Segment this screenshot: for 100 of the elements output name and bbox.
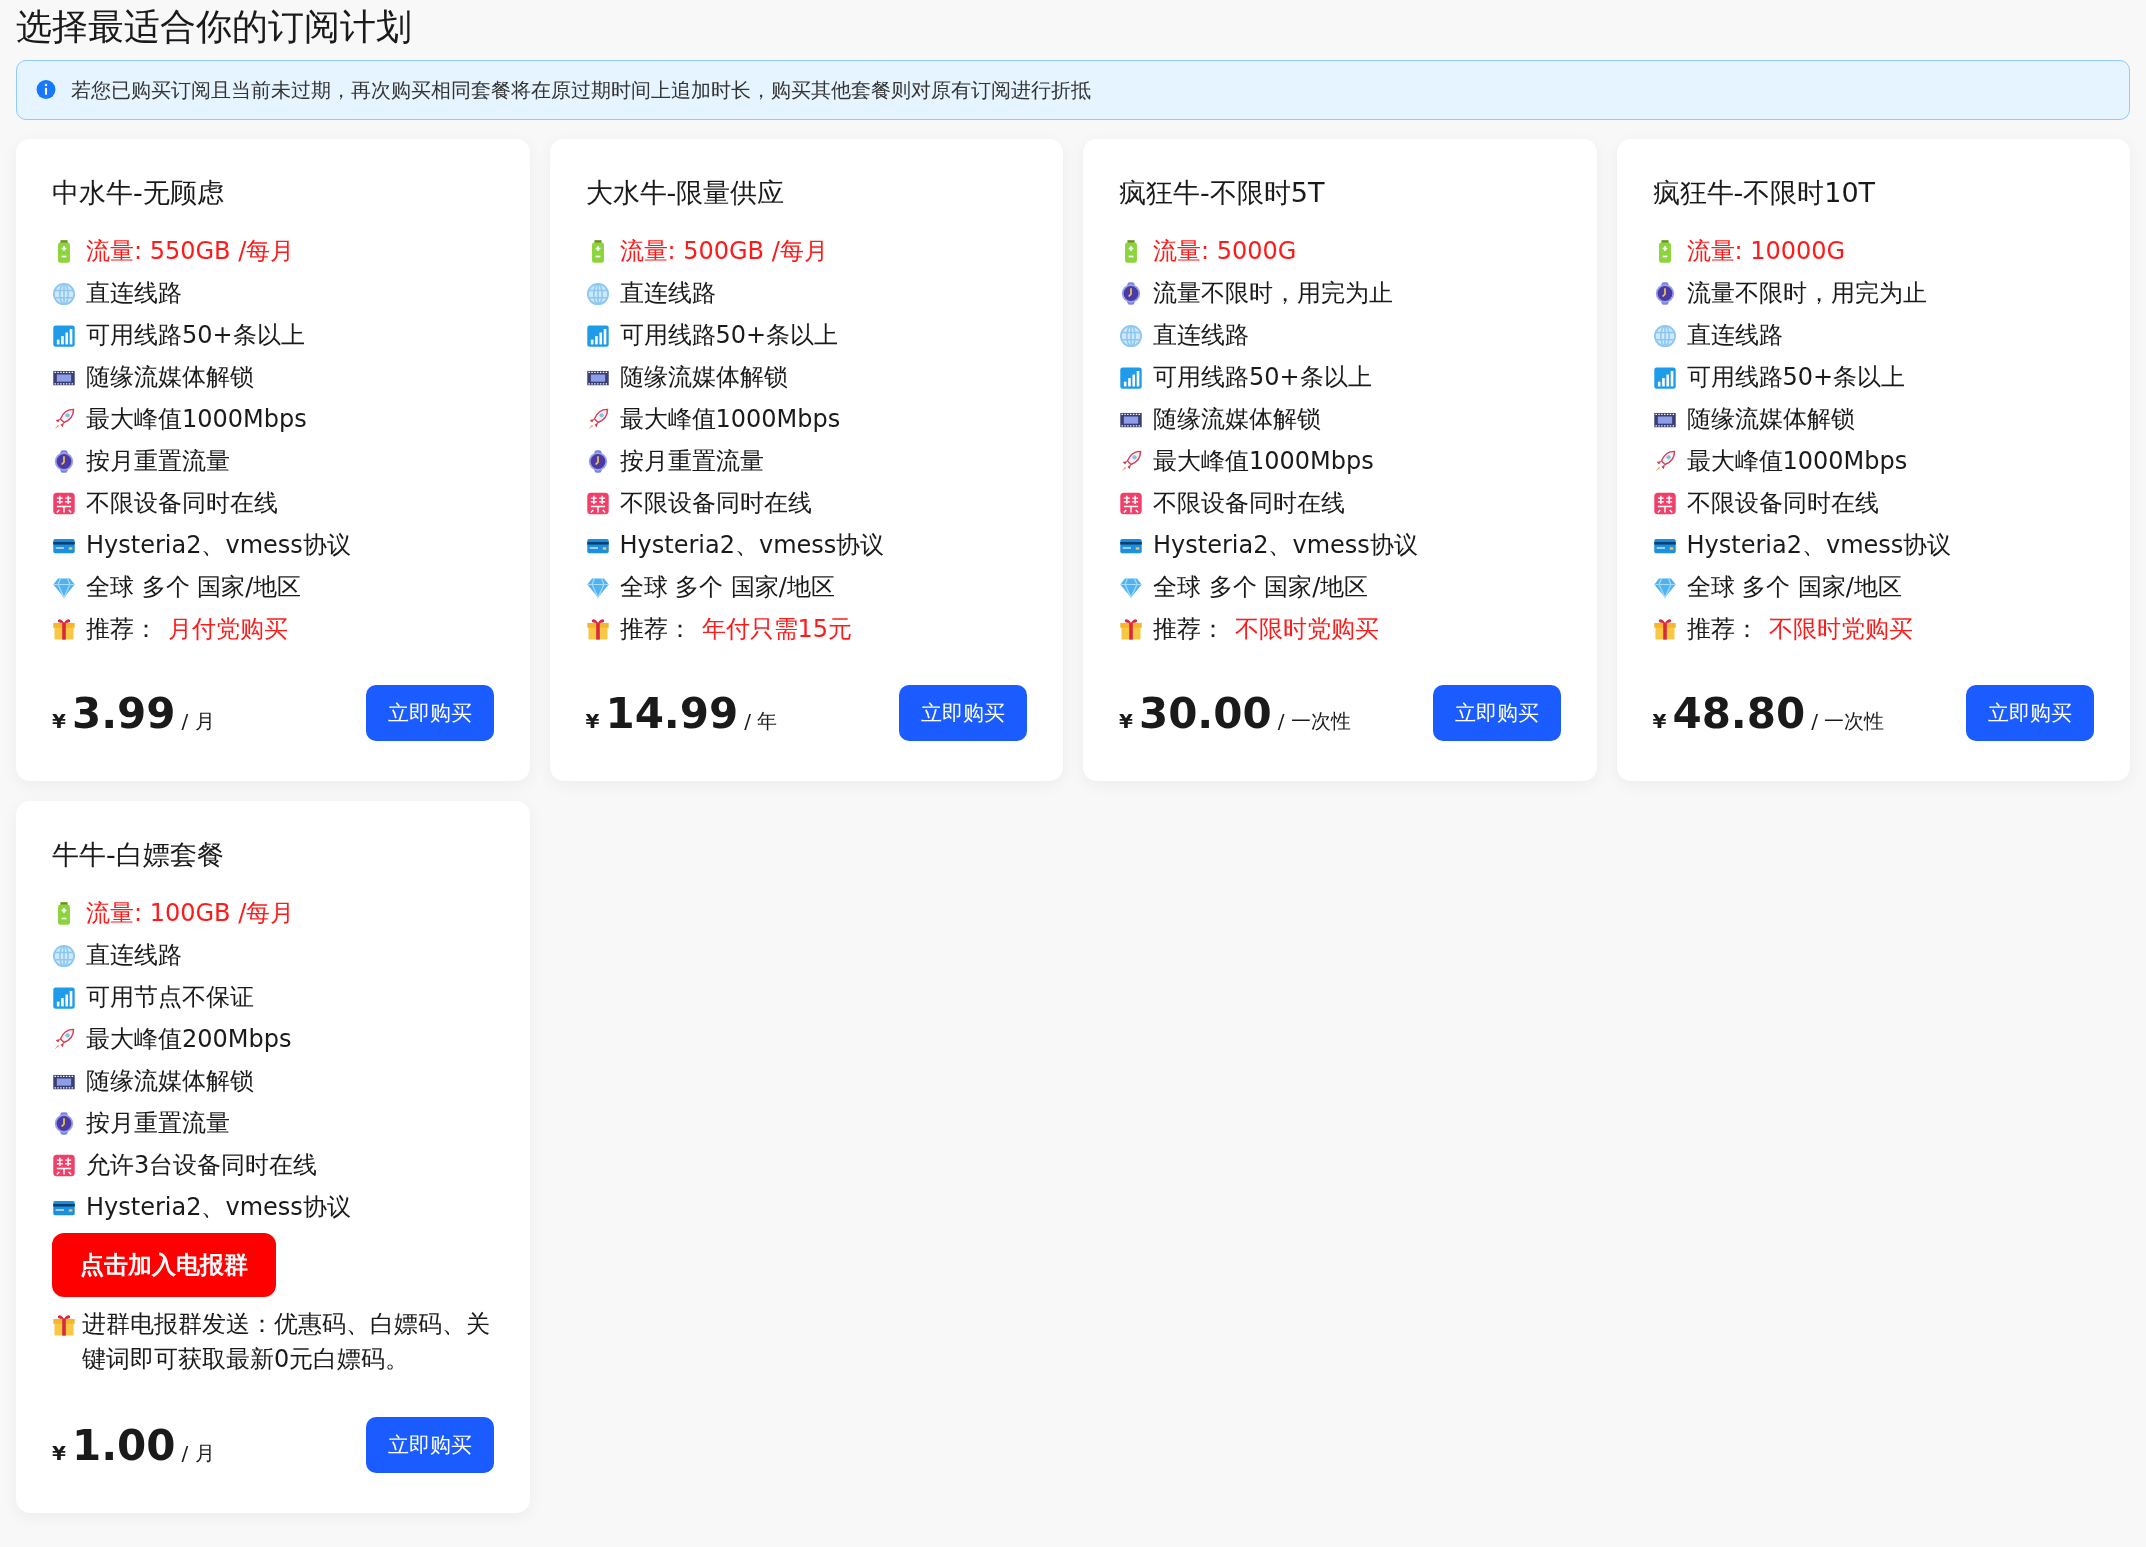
feature-text: 可用线路50+条以上 [1686,362,1906,393]
feature-text: 可用线路50+条以上 [1153,362,1372,393]
feature-text: 流量: 500GB /每月 [619,236,828,267]
buy-now-button[interactable]: 立即购买 [1966,685,2094,741]
feature-text: Hysteria2、vmess协议 [1153,530,1418,561]
feature-text: 随缘流媒体解锁 [86,362,254,393]
feature-text: 随缘流媒体解锁 [1153,404,1321,435]
currency-symbol: ¥ [52,708,66,733]
prohibited-sign-icon [52,490,76,516]
plan-name: 中水牛-无顾虑 [52,176,224,210]
gift-icon [1119,616,1143,642]
feature-text: 流量: 5000G [1153,236,1297,267]
currency-symbol: ¥ [1119,708,1133,733]
price-amount: 30.00 [1138,688,1272,738]
rocket-icon [1119,448,1143,474]
signal-bars-icon [1652,364,1677,390]
feature-text: 流量不限时，用完为止 [1686,278,1927,309]
feature-text: 不限设备同时在线 [86,488,278,519]
signal-bars-icon [585,322,610,348]
buy-now-button[interactable]: 立即购买 [899,685,1027,741]
feature-text: 可用线路50+条以上 [619,320,839,351]
gift-icon [1652,616,1677,642]
globe-icon [1652,322,1677,348]
feature-text: 不限设备同时在线 [619,488,812,519]
feature-text: 流量: 100GB /每月 [86,898,295,929]
feature-text: Hysteria2、vmess协议 [86,530,351,561]
billing-period: / 月 [181,707,215,735]
price-amount: 14.99 [605,688,739,738]
globe-icon [52,280,76,306]
plan-name: 牛牛-白嫖套餐 [52,838,224,872]
feature-text: Hysteria2、vmess协议 [86,1192,351,1223]
billing-period: / 月 [181,1439,215,1467]
currency-symbol: ¥ [585,708,600,733]
feature-text: 全球 多个 国家/地区 [1686,572,1902,603]
watch-icon [52,448,76,474]
plan-name: 疯狂牛-不限时10T [1652,176,1876,210]
page-title: 选择最适合你的订阅计划 [16,5,412,49]
rocket-icon [52,1026,76,1052]
feature-text: 流量: 10000G [1686,236,1846,267]
watch-icon [52,1110,76,1136]
feature-text: 按月重置流量 [619,446,764,477]
feature-text: 可用线路50+条以上 [86,320,305,351]
feature-text: 随缘流媒体解锁 [619,362,788,393]
feature-text: 最大峰值1000Mbps [1686,446,1908,477]
feature-text: 允许3台设备同时在线 [86,1150,318,1181]
billing-period: / 一次性 [1277,707,1351,735]
feature-text: 最大峰值200Mbps [86,1024,292,1055]
watch-icon [1119,280,1143,306]
globe-icon [585,280,610,306]
join-group-button[interactable]: 点击加入电报群 [52,1233,276,1297]
feature-text: 直连线路 [1153,320,1249,351]
feature-text: 不限设备同时在线 [1153,488,1345,519]
info-icon [35,79,57,101]
prohibited-sign-icon [585,490,610,516]
feature-text: 推荐： [1686,614,1759,645]
currency-symbol: ¥ [52,1440,66,1465]
feature-text: 全球 多个 国家/地区 [1153,572,1369,603]
feature-text: 最大峰值1000Mbps [619,404,841,435]
buy-now-button[interactable]: 立即购买 [1432,685,1561,741]
feature-text: 随缘流媒体解锁 [1686,404,1855,435]
recommendation-text: 不限时党购买 [1768,614,1913,645]
rocket-icon [52,406,76,432]
feature-text: Hysteria2、vmess协议 [619,530,885,561]
feature-text: 全球 多个 国家/地区 [86,572,302,603]
gift-icon [52,616,76,642]
buy-now-button[interactable]: 立即购买 [365,1417,494,1473]
feature-text: 最大峰值1000Mbps [86,404,307,435]
signal-bars-icon [1119,364,1143,390]
price-amount: 3.99 [71,688,176,738]
globe-icon [1119,322,1143,348]
feature-text: 直连线路 [86,278,182,309]
feature-text: 可用节点不保证 [86,982,254,1013]
prohibited-sign-icon [1119,490,1143,516]
feature-text: 流量不限时，用完为止 [1153,278,1393,309]
plan-name: 大水牛-限量供应 [585,176,785,210]
prohibited-sign-icon [1652,490,1677,516]
prohibited-sign-icon [52,1152,76,1178]
billing-period: / 年 [744,707,778,735]
feature-text: 直连线路 [1686,320,1783,351]
info-message: 若您已购买订阅且当前未过期，再次购买相同套餐将在原过期时间上追加时长，购买其他套餐则对原有订阅进行折抵 [71,76,1091,104]
feature-text: 推荐： [619,614,692,645]
currency-symbol: ¥ [1652,708,1667,733]
price-amount: 48.80 [1672,688,1806,738]
feature-text: 直连线路 [619,278,716,309]
feature-text: 推荐： [86,614,158,645]
recommendation-text: 不限时党购买 [1235,614,1379,645]
globe-icon [52,942,76,968]
plan-name: 疯狂牛-不限时5T [1119,176,1325,210]
feature-text: 直连线路 [86,940,182,971]
signal-bars-icon [52,322,76,348]
feature-text: 随缘流媒体解锁 [86,1066,254,1097]
recommendation-text: 月付党购买 [168,614,288,645]
group-note-text: 进群电报群发送：优惠码、白嫖码、关键词即可获取最新0元白嫖码。 [82,1309,491,1375]
feature-text: 不限设备同时在线 [1686,488,1879,519]
buy-now-button[interactable]: 立即购买 [365,685,494,741]
gift-icon [585,616,610,642]
recommendation-text: 年付只需15元 [701,614,853,645]
feature-text: 推荐： [1153,614,1225,645]
feature-text: 流量: 550GB /每月 [86,236,295,267]
gift-icon [52,1313,76,1338]
